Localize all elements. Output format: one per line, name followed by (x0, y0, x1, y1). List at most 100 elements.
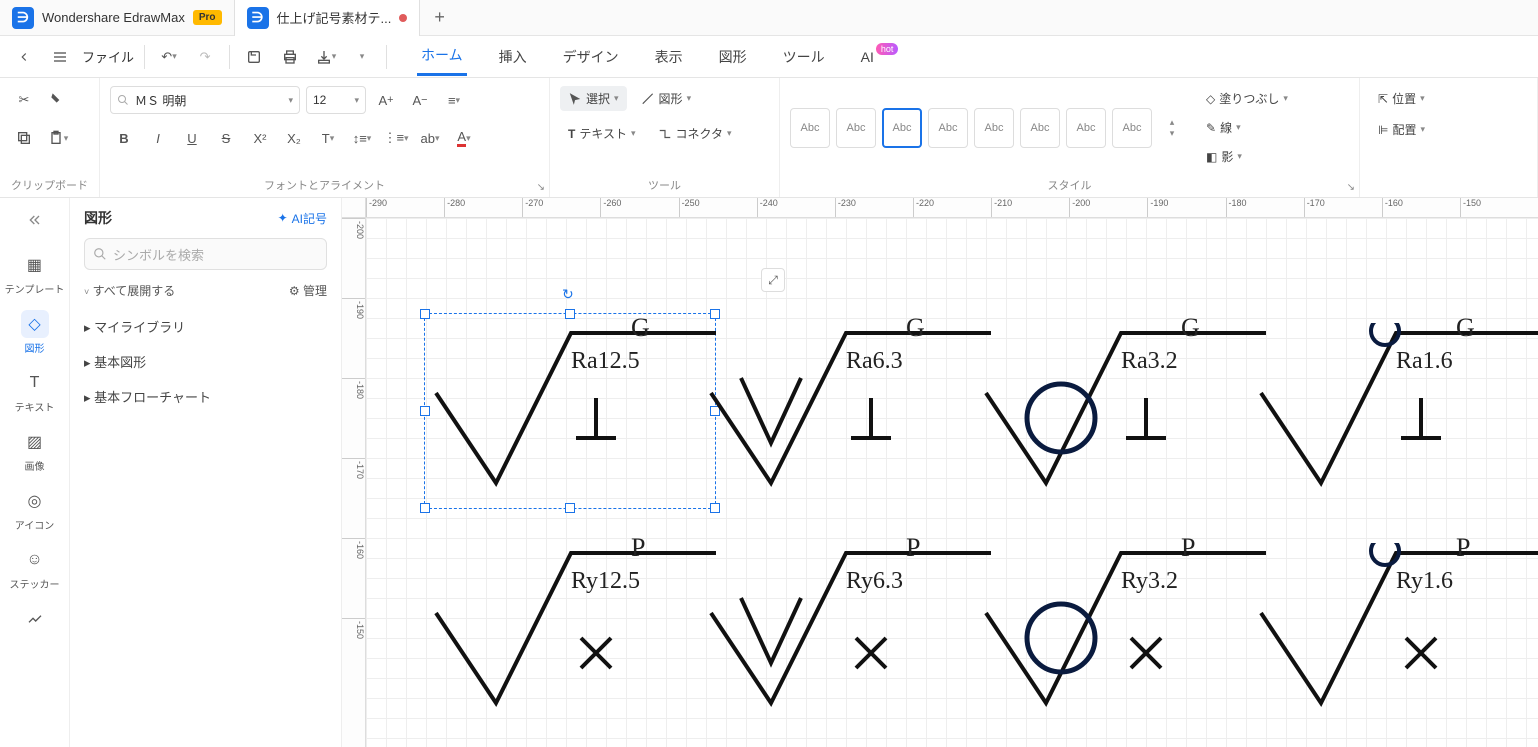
doc-logo-icon: ∋ (247, 7, 269, 29)
bold-button[interactable]: B (110, 124, 138, 152)
style-preset-5[interactable]: Abc (974, 108, 1014, 148)
cut-button[interactable]: ✂ (10, 86, 38, 114)
style-gallery-expand[interactable]: ▴▾ (1158, 108, 1186, 148)
surface-finish-symbol[interactable]: G Ra12.5 (426, 323, 716, 506)
resize-handle[interactable] (565, 309, 575, 319)
canvas-grid[interactable]: ⤢ ↻ G Ra12.5 G Ra6.3 (366, 218, 1538, 747)
italic-button[interactable]: I (144, 124, 172, 152)
back-button[interactable] (10, 43, 38, 71)
surface-finish-symbol[interactable]: G Ra3.2 (976, 323, 1266, 506)
save-button[interactable] (240, 43, 268, 71)
style-preset-3[interactable]: Abc (882, 108, 922, 148)
shape-tool-button[interactable]: 図形▾ (633, 86, 700, 111)
undo-button[interactable]: ↶▾ (155, 43, 183, 71)
connector-tool-button[interactable]: コネクタ▾ (650, 121, 740, 146)
surface-finish-symbol[interactable]: G Ra1.6 (1251, 323, 1538, 506)
font-name-combo[interactable]: ＭＳ 明朝 ▾ (110, 86, 300, 114)
process-letter: P (1181, 533, 1195, 563)
floating-expand-button[interactable]: ⤢ (761, 268, 785, 292)
bullets-button[interactable]: ⋮≡▾ (382, 124, 410, 152)
resize-handle[interactable] (710, 309, 720, 319)
process-letter: G (1456, 313, 1475, 343)
style-preset-2[interactable]: Abc (836, 108, 876, 148)
increase-font-button[interactable]: A+ (372, 86, 400, 114)
tab-home[interactable]: ホーム (417, 37, 467, 76)
paste-button[interactable]: ▾ (44, 124, 72, 152)
tab-tool[interactable]: ツール (779, 39, 829, 75)
sticker-icon: ☺ (21, 546, 49, 574)
export-button[interactable]: ▾ (312, 43, 340, 71)
surface-finish-symbol[interactable]: P Ry3.2 (976, 543, 1266, 726)
style-preset-6[interactable]: Abc (1020, 108, 1060, 148)
workspace: ▦テンプレート ◇図形 Tテキスト ▨画像 ◎アイコン ☺ステッカー 図形 ✦ … (0, 198, 1538, 747)
collapse-leftbar-button[interactable] (0, 206, 70, 237)
line-spacing-button[interactable]: ↕≡▾ (348, 124, 376, 152)
resize-handle[interactable] (420, 309, 430, 319)
shadow-button[interactable]: ◧ 影▾ (1198, 144, 1296, 169)
format-painter-button[interactable] (44, 86, 72, 114)
style-preset-7[interactable]: Abc (1066, 108, 1106, 148)
leftbar-sticker[interactable]: ☺ステッカー (10, 546, 60, 591)
hot-badge: hot (876, 43, 899, 55)
print-button[interactable] (276, 43, 304, 71)
symbol-search-input[interactable]: シンボルを検索 (84, 238, 327, 270)
text-tool-button[interactable]: T テキスト▾ (560, 121, 644, 146)
more-quick-access[interactable]: ▾ (348, 43, 376, 71)
superscript-button[interactable]: X² (246, 124, 274, 152)
select-tool-button[interactable]: 選択▾ (560, 86, 627, 111)
align-horizontal-button[interactable]: ≡▾ (440, 86, 468, 114)
new-tab-button[interactable]: + (420, 7, 459, 28)
canvas[interactable]: -290-280-270-260-250-240-230-220-210-200… (342, 198, 1538, 747)
leftbar-text[interactable]: Tテキスト (15, 369, 55, 414)
font-size-combo[interactable]: 12▾ (306, 86, 366, 114)
tab-insert[interactable]: 挿入 (495, 39, 531, 75)
line-button[interactable]: ✎ 線▾ (1198, 115, 1296, 140)
group-my-library[interactable]: ▸ マイライブラリ (84, 309, 327, 344)
style-preset-8[interactable]: Abc (1112, 108, 1152, 148)
clear-format-button[interactable]: T▾ (314, 124, 342, 152)
font-launcher-icon[interactable]: ↘ (537, 182, 545, 193)
group-basic-shapes[interactable]: ▸ 基本図形 (84, 344, 327, 379)
manage-button[interactable]: ⚙ 管理 (289, 282, 327, 299)
leftbar-template[interactable]: ▦テンプレート (5, 251, 65, 296)
group-basic-flowchart[interactable]: ▸ 基本フローチャート (84, 379, 327, 414)
style-preset-4[interactable]: Abc (928, 108, 968, 148)
app-home-tab[interactable]: ∋ Wondershare EdrawMax Pro (0, 0, 235, 36)
rotate-handle-icon[interactable]: ↻ (562, 286, 574, 303)
surface-finish-symbol[interactable]: P Ry12.5 (426, 543, 716, 726)
font-color-button[interactable]: A▾ (450, 124, 478, 152)
text-icon: T (20, 369, 48, 397)
leftbar-chart[interactable] (21, 605, 49, 633)
tab-shape[interactable]: 図形 (715, 39, 751, 75)
document-tab[interactable]: ∋ 仕上げ記号素材テ... (235, 0, 421, 36)
leftbar-image[interactable]: ▨画像 (21, 428, 49, 473)
text-direction-button[interactable]: ab▾ (416, 124, 444, 152)
leftbar-icon[interactable]: ◎アイコン (15, 487, 55, 532)
decrease-font-button[interactable]: A− (406, 86, 434, 114)
surface-finish-symbol[interactable]: G Ra6.3 (701, 323, 991, 506)
surface-finish-symbol[interactable]: P Ry1.6 (1251, 543, 1538, 726)
position-button[interactable]: ⇱ 位置▾ (1370, 86, 1527, 111)
hamburger-icon[interactable] (46, 43, 74, 71)
strike-button[interactable]: S (212, 124, 240, 152)
copy-button[interactable] (10, 124, 38, 152)
tab-view[interactable]: 表示 (651, 39, 687, 75)
underline-button[interactable]: U (178, 124, 206, 152)
process-letter: G (1181, 313, 1200, 343)
arrange-button[interactable]: ⊫ 配置▾ (1370, 117, 1527, 142)
tab-ai[interactable]: AIhot (857, 41, 901, 73)
style-launcher-icon[interactable]: ↘ (1347, 182, 1355, 193)
redo-button[interactable]: ↷ (191, 43, 219, 71)
surface-finish-symbol[interactable]: P Ry6.3 (701, 543, 991, 726)
style-preset-1[interactable]: Abc (790, 108, 830, 148)
tab-design[interactable]: デザイン (559, 39, 623, 75)
fill-button[interactable]: ◇ 塗りつぶし▾ (1198, 86, 1296, 111)
shapes-panel-title: 図形 (84, 208, 112, 228)
ai-symbol-link[interactable]: ✦ AI記号 (278, 210, 327, 227)
subscript-button[interactable]: X₂ (280, 124, 308, 152)
image-icon: ▨ (21, 428, 49, 456)
file-menu[interactable]: ファイル (82, 47, 134, 66)
leftbar-shapes[interactable]: ◇図形 (21, 310, 49, 355)
expand-all-button[interactable]: ˅ すべて展開する (84, 282, 175, 299)
ruler-corner (342, 198, 366, 218)
